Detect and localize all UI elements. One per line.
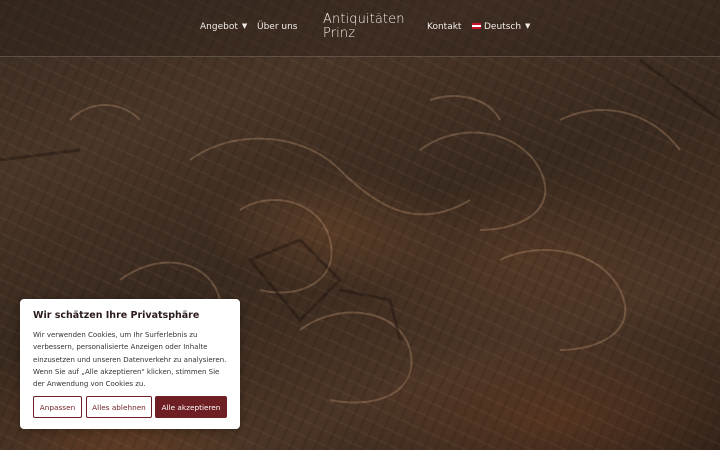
accept-all-button[interactable]: Alle akzeptieren bbox=[155, 396, 227, 418]
chevron-down-icon: ▼ bbox=[241, 22, 248, 30]
cookie-banner-text: Wir verwenden Cookies, um Ihr Surferlebn… bbox=[33, 331, 227, 389]
reject-all-button[interactable]: Alles ablehnen bbox=[86, 396, 152, 418]
austria-flag-icon bbox=[472, 23, 481, 29]
customize-button[interactable]: Anpassen bbox=[33, 396, 82, 418]
nav-item-kontakt[interactable]: Kontakt bbox=[427, 22, 461, 32]
nav-item-label: Kontakt bbox=[427, 22, 462, 32]
site-logo[interactable]: Antiquitäten Prinz bbox=[323, 13, 405, 41]
logo-line-1: Antiquitäten bbox=[323, 12, 405, 27]
chevron-down-icon: ▼ bbox=[525, 22, 531, 30]
nav-item-label: Angebot bbox=[200, 22, 238, 32]
nav-item-ueber-uns[interactable]: Über uns bbox=[257, 22, 298, 32]
nav-item-label: Über uns bbox=[257, 22, 298, 32]
cookie-banner: Wir schätzen Ihre Privatsphäre Wir verwe… bbox=[20, 299, 240, 429]
language-label: Deutsch bbox=[484, 22, 522, 32]
header: Angebot ▼ Über uns Antiquitäten Prinz Kon… bbox=[0, 0, 720, 57]
nav-item-angebot[interactable]: Angebot ▼ bbox=[200, 22, 247, 32]
cookie-banner-title: Wir schätzen Ihre Privatsphäre bbox=[33, 310, 200, 321]
language-switcher[interactable]: Deutsch ▼ bbox=[472, 22, 530, 32]
logo-line-2: Prinz bbox=[323, 26, 356, 41]
